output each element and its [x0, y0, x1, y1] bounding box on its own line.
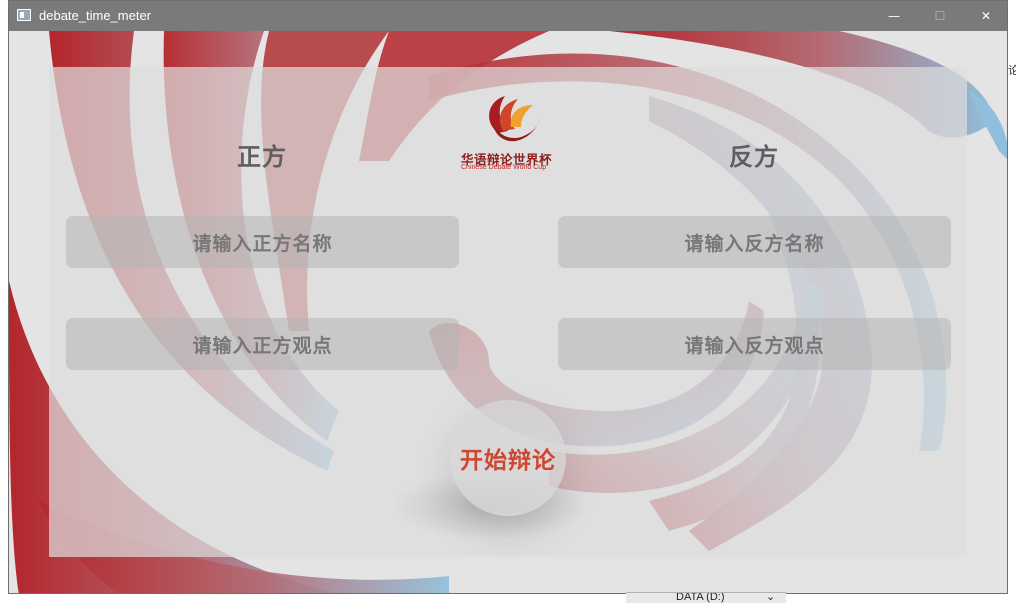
- window-title: debate_time_meter: [39, 8, 152, 23]
- main-content: 正方 反方 华语辩论世界杯 Chinese Debate World Cup 请…: [9, 31, 1007, 593]
- minimize-button[interactable]: —: [871, 1, 917, 31]
- pro-name-input[interactable]: 请输入正方名称: [66, 216, 459, 268]
- title-bar[interactable]: debate_time_meter — ☐ ✕: [9, 1, 1007, 31]
- con-name-input[interactable]: 请输入反方名称: [558, 216, 951, 268]
- drive-label: DATA (D:): [676, 592, 725, 603]
- con-view-input[interactable]: 请输入反方观点: [558, 318, 951, 370]
- con-side-title: 反方: [729, 143, 779, 171]
- maximize-icon: ☐: [934, 9, 946, 23]
- pro-side-title: 正方: [237, 143, 287, 171]
- app-icon: [17, 9, 31, 21]
- logo-english-text: Chinese Debate World Cup: [461, 164, 547, 171]
- close-icon: ✕: [980, 9, 992, 23]
- pro-view-input[interactable]: 请输入正方观点: [66, 318, 459, 370]
- start-debate-label: 开始辩论: [460, 448, 556, 474]
- maximize-button[interactable]: ☐: [917, 1, 963, 31]
- chevron-down-icon: ⌄: [766, 592, 776, 603]
- background-window-fragment: 论: [1008, 64, 1016, 77]
- start-debate-button[interactable]: 开始辩论: [450, 400, 566, 516]
- close-button[interactable]: ✕: [963, 1, 1007, 31]
- app-window: debate_time_meter — ☐ ✕ 正方 反方 华语辩论世界杯 Ch…: [8, 0, 1008, 594]
- minimize-icon: —: [888, 9, 900, 23]
- drive-item[interactable]: DATA (D:) ⌄: [626, 592, 786, 603]
